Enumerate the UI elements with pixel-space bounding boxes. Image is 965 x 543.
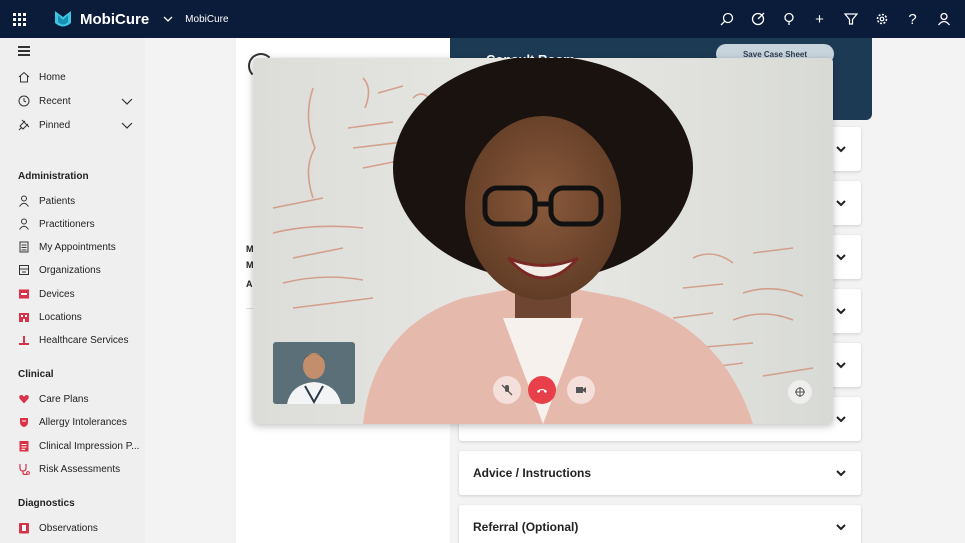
chevron-down-icon[interactable] bbox=[835, 359, 847, 371]
allergy-icon bbox=[18, 416, 30, 428]
stethoscope-icon bbox=[18, 463, 30, 475]
sidebar-item-label: Care Plans bbox=[39, 393, 89, 405]
sidebar: Home Recent Pinned Administration Patien… bbox=[0, 38, 145, 543]
hamburger-menu-icon[interactable] bbox=[18, 46, 30, 58]
accordion-referral[interactable]: Referral (Optional) bbox=[459, 505, 861, 543]
sidebar-item-label: Pinned bbox=[39, 119, 71, 131]
building-icon bbox=[18, 264, 30, 276]
person-icon bbox=[18, 195, 30, 207]
search-icon[interactable] bbox=[711, 0, 742, 38]
sidebar-item-observations[interactable]: Observations bbox=[0, 518, 145, 538]
sidebar-item-label: Healthcare Services bbox=[39, 334, 129, 346]
top-bar: MobiCure MobiCure + ? bbox=[0, 0, 965, 38]
user-icon[interactable] bbox=[928, 0, 959, 38]
camera-off-icon bbox=[576, 387, 586, 393]
sidebar-item-devices[interactable]: Devices bbox=[0, 284, 145, 304]
sidebar-item-clinical-impression[interactable]: Clinical Impression P... bbox=[0, 436, 145, 456]
mute-mic-button[interactable] bbox=[493, 376, 521, 404]
fullscreen-icon bbox=[795, 387, 805, 397]
sidebar-item-label: Practitioners bbox=[39, 218, 95, 230]
video-call-window[interactable] bbox=[253, 58, 833, 424]
service-icon bbox=[18, 334, 30, 346]
sidebar-item-risk-assessments[interactable]: Risk Assessments bbox=[0, 459, 145, 479]
sidebar-item-home[interactable]: Home bbox=[0, 67, 145, 87]
sidebar-item-label: Home bbox=[39, 71, 66, 83]
sidebar-item-label: Recent bbox=[39, 95, 71, 107]
section-heading-administration: Administration bbox=[18, 171, 89, 182]
chevron-down-icon[interactable] bbox=[835, 251, 847, 263]
chevron-down-icon[interactable] bbox=[835, 467, 847, 479]
plus-icon[interactable]: + bbox=[804, 0, 835, 38]
person-icon bbox=[18, 218, 30, 230]
chevron-down-icon[interactable] bbox=[835, 521, 847, 533]
sidebar-item-allergy-intolerances[interactable]: Allergy Intolerances bbox=[0, 412, 145, 432]
chevron-down-icon[interactable] bbox=[163, 14, 173, 25]
sidebar-item-locations[interactable]: Locations bbox=[0, 307, 145, 327]
clipboard-icon bbox=[18, 440, 30, 452]
lightbulb-icon[interactable] bbox=[773, 0, 804, 38]
accordion-label: Advice / Instructions bbox=[473, 466, 592, 480]
section-heading-diagnostics: Diagnostics bbox=[18, 498, 75, 509]
sidebar-item-pinned[interactable]: Pinned bbox=[0, 115, 145, 135]
sidebar-item-label: Locations bbox=[39, 311, 82, 323]
app-name: MobiCure bbox=[80, 10, 150, 28]
home-icon bbox=[18, 71, 30, 83]
sidebar-item-organizations[interactable]: Organizations bbox=[0, 260, 145, 280]
brand[interactable]: MobiCure MobiCure bbox=[52, 8, 229, 30]
gear-icon[interactable] bbox=[866, 0, 897, 38]
chevron-down-icon[interactable] bbox=[835, 143, 847, 155]
sidebar-item-label: My Appointments bbox=[39, 241, 116, 253]
help-icon[interactable]: ? bbox=[897, 0, 928, 38]
chevron-down-icon[interactable] bbox=[835, 305, 847, 317]
sidebar-item-my-appointments[interactable]: My Appointments bbox=[0, 237, 145, 257]
device-icon bbox=[18, 288, 30, 300]
sidebar-item-recent[interactable]: Recent bbox=[0, 91, 145, 111]
fullscreen-button[interactable] bbox=[788, 380, 812, 404]
accordion-advice-instructions[interactable]: Advice / Instructions bbox=[459, 451, 861, 495]
chevron-down-icon[interactable] bbox=[835, 197, 847, 209]
sidebar-item-healthcare-services[interactable]: Healthcare Services bbox=[0, 330, 145, 350]
sidebar-item-label: Risk Assessments bbox=[39, 463, 121, 475]
sidebar-item-label: Allergy Intolerances bbox=[39, 416, 127, 428]
end-call-button[interactable] bbox=[528, 376, 556, 404]
sidebar-item-practitioners[interactable]: Practitioners bbox=[0, 214, 145, 234]
target-icon[interactable] bbox=[742, 0, 773, 38]
chevron-down-icon[interactable] bbox=[835, 413, 847, 425]
calendar-icon bbox=[18, 241, 30, 253]
observation-icon bbox=[18, 522, 30, 534]
mute-mic-icon bbox=[501, 384, 513, 396]
app-launcher-icon[interactable] bbox=[6, 0, 32, 38]
mobicure-logo-icon bbox=[55, 11, 71, 27]
camera-off-button[interactable] bbox=[567, 376, 595, 404]
self-view-video[interactable] bbox=[273, 342, 355, 404]
sidebar-item-label: Organizations bbox=[39, 264, 101, 276]
sidebar-item-label: Clinical Impression P... bbox=[39, 440, 140, 452]
chevron-down-icon[interactable] bbox=[121, 119, 133, 131]
heart-icon bbox=[18, 393, 30, 405]
summary-text-line: A bbox=[246, 279, 253, 289]
location-icon bbox=[18, 311, 30, 323]
clock-icon bbox=[18, 95, 30, 107]
sidebar-item-patients[interactable]: Patients bbox=[0, 191, 145, 211]
accordion-label: Referral (Optional) bbox=[473, 520, 579, 534]
sidebar-item-label: Patients bbox=[39, 195, 76, 207]
chevron-down-icon[interactable] bbox=[121, 95, 133, 107]
filter-icon[interactable] bbox=[835, 0, 866, 38]
context-name: MobiCure bbox=[185, 13, 229, 25]
sidebar-item-label: Devices bbox=[39, 288, 75, 300]
sidebar-item-care-plans[interactable]: Care Plans bbox=[0, 389, 145, 409]
pin-icon bbox=[18, 119, 30, 131]
end-call-icon bbox=[537, 389, 547, 393]
section-heading-clinical: Clinical bbox=[18, 369, 54, 380]
sidebar-item-label: Observations bbox=[39, 522, 98, 534]
